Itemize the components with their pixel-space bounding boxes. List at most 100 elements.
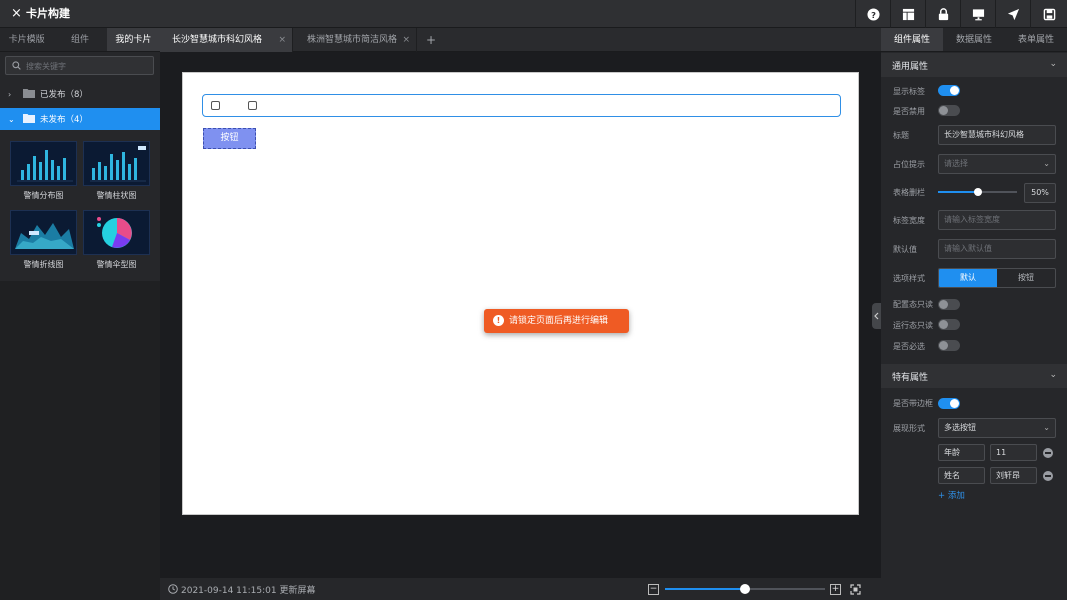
zoom-out-button[interactable]: − xyxy=(648,584,659,595)
tree-item-label: 已发布（8） xyxy=(40,90,88,100)
prop-label: 是否带边框 xyxy=(893,399,933,408)
close-icon[interactable]: × xyxy=(11,7,22,20)
search-input[interactable]: 搜索关键字 xyxy=(5,56,154,75)
checkbox-group-field[interactable] xyxy=(202,94,841,117)
canvas-button[interactable]: 按钮 xyxy=(203,128,256,149)
disabled-toggle[interactable] xyxy=(938,105,960,116)
checkbox[interactable] xyxy=(248,101,257,110)
display-mode-select[interactable]: 多选按钮 ⌄ xyxy=(938,418,1056,438)
option-name-input[interactable]: 姓名 xyxy=(938,467,985,484)
remove-option-icon[interactable] xyxy=(1043,471,1053,481)
grid-slider-knob[interactable] xyxy=(973,188,982,196)
add-tab-button[interactable]: + xyxy=(426,28,436,52)
placeholder-select[interactable]: 请选择 ⌄ xyxy=(938,154,1056,174)
prop-label: 配置态只读 xyxy=(893,300,933,309)
toast-message: ! 请锁定页面后再进行编辑 xyxy=(484,309,629,333)
card-caption: 警情柱状图 xyxy=(96,191,137,200)
prop-label: 标题 xyxy=(893,131,909,140)
config-readonly-toggle[interactable] xyxy=(938,299,960,310)
card-thumbnail xyxy=(83,210,150,255)
collapse-right-handle[interactable] xyxy=(872,303,881,329)
prop-label: 表格删栏 xyxy=(893,188,925,197)
required-toggle[interactable] xyxy=(938,340,960,351)
prop-label: 默认值 xyxy=(893,245,917,254)
tab-data-props[interactable]: 数据属性 xyxy=(943,28,1005,51)
checkbox[interactable] xyxy=(211,101,220,110)
option-value-input[interactable]: 11 xyxy=(990,444,1037,461)
option-value-input[interactable]: 刘轩昂 xyxy=(990,467,1037,484)
lock-icon xyxy=(938,7,948,20)
search-placeholder: 搜索关键字 xyxy=(26,62,66,71)
top-bar: × 卡片构建 ? xyxy=(0,0,1067,28)
title-input[interactable]: 长沙智慧城市科幻风格 xyxy=(938,125,1056,145)
lock-button[interactable] xyxy=(925,0,960,28)
show-label-toggle[interactable] xyxy=(938,85,960,96)
left-panel-empty-area xyxy=(0,281,160,600)
tab-components[interactable]: 组件 xyxy=(53,28,106,51)
add-option-button[interactable]: + 添加 xyxy=(938,489,965,501)
app-title: 卡片构建 xyxy=(26,7,70,20)
prop-label: 选项样式 xyxy=(893,274,925,283)
fullscreen-icon[interactable] xyxy=(850,584,861,595)
tab-zhuzhou[interactable]: 株洲智慧城市简洁风格 × xyxy=(293,28,417,52)
clock-icon xyxy=(168,584,178,594)
option-style-segment: 默认 按钮 xyxy=(938,268,1056,288)
close-icon[interactable]: × xyxy=(402,28,410,52)
prop-label: 是否禁用 xyxy=(893,107,925,116)
tree-item-published[interactable]: › 已发布（8） xyxy=(0,83,160,105)
option-name-input[interactable]: 年龄 xyxy=(938,444,985,461)
tab-label: 长沙智慧城市科幻风格 xyxy=(172,35,263,45)
chevron-down-icon: ⌄ xyxy=(8,115,15,124)
zoom-in-button[interactable]: + xyxy=(830,584,841,595)
save-button[interactable] xyxy=(1030,0,1067,28)
select-value: 多选按钮 xyxy=(944,423,976,432)
monitor-button[interactable] xyxy=(960,0,995,28)
grid-value-input[interactable]: 50% xyxy=(1024,183,1056,203)
default-value-input[interactable]: 请输入默认值 xyxy=(938,239,1056,259)
card-alert-pie[interactable]: 警情伞型图 xyxy=(83,210,150,270)
tree-item-label: 未发布（4） xyxy=(40,115,88,125)
monitor-icon xyxy=(972,8,984,20)
tab-form-props[interactable]: 表单属性 xyxy=(1005,28,1067,51)
toast-text: 请锁定页面后再进行编辑 xyxy=(509,316,609,326)
zoom-slider-knob[interactable] xyxy=(740,584,750,594)
label-width-input[interactable]: 请输入标签宽度 xyxy=(938,210,1056,230)
card-alert-distribution[interactable]: 警情分布图 xyxy=(10,141,77,201)
card-caption: 警情伞型图 xyxy=(96,260,137,269)
tab-changsha[interactable]: 长沙智慧城市科幻风格 × xyxy=(160,28,293,52)
section-general-header[interactable]: 通用属性 ⌄ xyxy=(881,53,1067,77)
status-bar: 2021-09-14 11:15:01 更新屏幕 − + xyxy=(160,578,881,600)
layout-icon xyxy=(902,8,914,20)
card-alert-bar[interactable]: 警情柱状图 xyxy=(83,141,150,201)
tab-my-cards[interactable]: 我的卡片 xyxy=(106,28,160,51)
editor-tabs: 长沙智慧城市科幻风格 × 株洲智慧城市简洁风格 × + xyxy=(160,28,881,52)
send-button[interactable] xyxy=(995,0,1030,28)
remove-option-icon[interactable] xyxy=(1043,448,1053,458)
prop-label: 标签宽度 xyxy=(893,216,925,225)
grid-slider[interactable] xyxy=(938,188,1017,196)
bordered-toggle[interactable] xyxy=(938,398,960,409)
svg-text:?: ? xyxy=(871,9,876,19)
runtime-readonly-toggle[interactable] xyxy=(938,319,960,330)
tab-label: 株洲智慧城市简洁风格 xyxy=(307,35,398,45)
design-canvas[interactable]: 按钮 ! 请锁定页面后再进行编辑 xyxy=(182,72,859,515)
tree-item-unpublished[interactable]: ⌄ 未发布（4） xyxy=(0,108,160,130)
tab-card-templates[interactable]: 卡片模版 xyxy=(0,28,53,51)
card-caption: 警情折线图 xyxy=(23,260,64,269)
tab-component-props[interactable]: 组件属性 xyxy=(881,28,943,51)
save-icon xyxy=(1043,8,1055,20)
update-time-text: 2021-09-14 11:15:01 更新屏幕 xyxy=(181,586,316,596)
help-button[interactable]: ? xyxy=(855,0,890,28)
zoom-slider[interactable] xyxy=(665,584,825,594)
prop-label: 展现形式 xyxy=(893,424,925,433)
option-style-button[interactable]: 按钮 xyxy=(997,269,1055,287)
left-panel: 卡片模版 组件 我的卡片 搜索关键字 › 已发布（8） ⌄ 未发布（4） 警情分… xyxy=(0,28,160,600)
close-icon[interactable]: × xyxy=(278,28,286,52)
send-icon xyxy=(1007,8,1019,20)
section-title: 特有属性 xyxy=(892,373,929,383)
option-style-default[interactable]: 默认 xyxy=(939,269,997,287)
zoom-slider-fill xyxy=(665,588,745,590)
card-alert-line[interactable]: 警情折线图 xyxy=(10,210,77,270)
section-special-header[interactable]: 特有属性 ⌄ xyxy=(881,364,1067,388)
layout-button[interactable] xyxy=(890,0,925,28)
